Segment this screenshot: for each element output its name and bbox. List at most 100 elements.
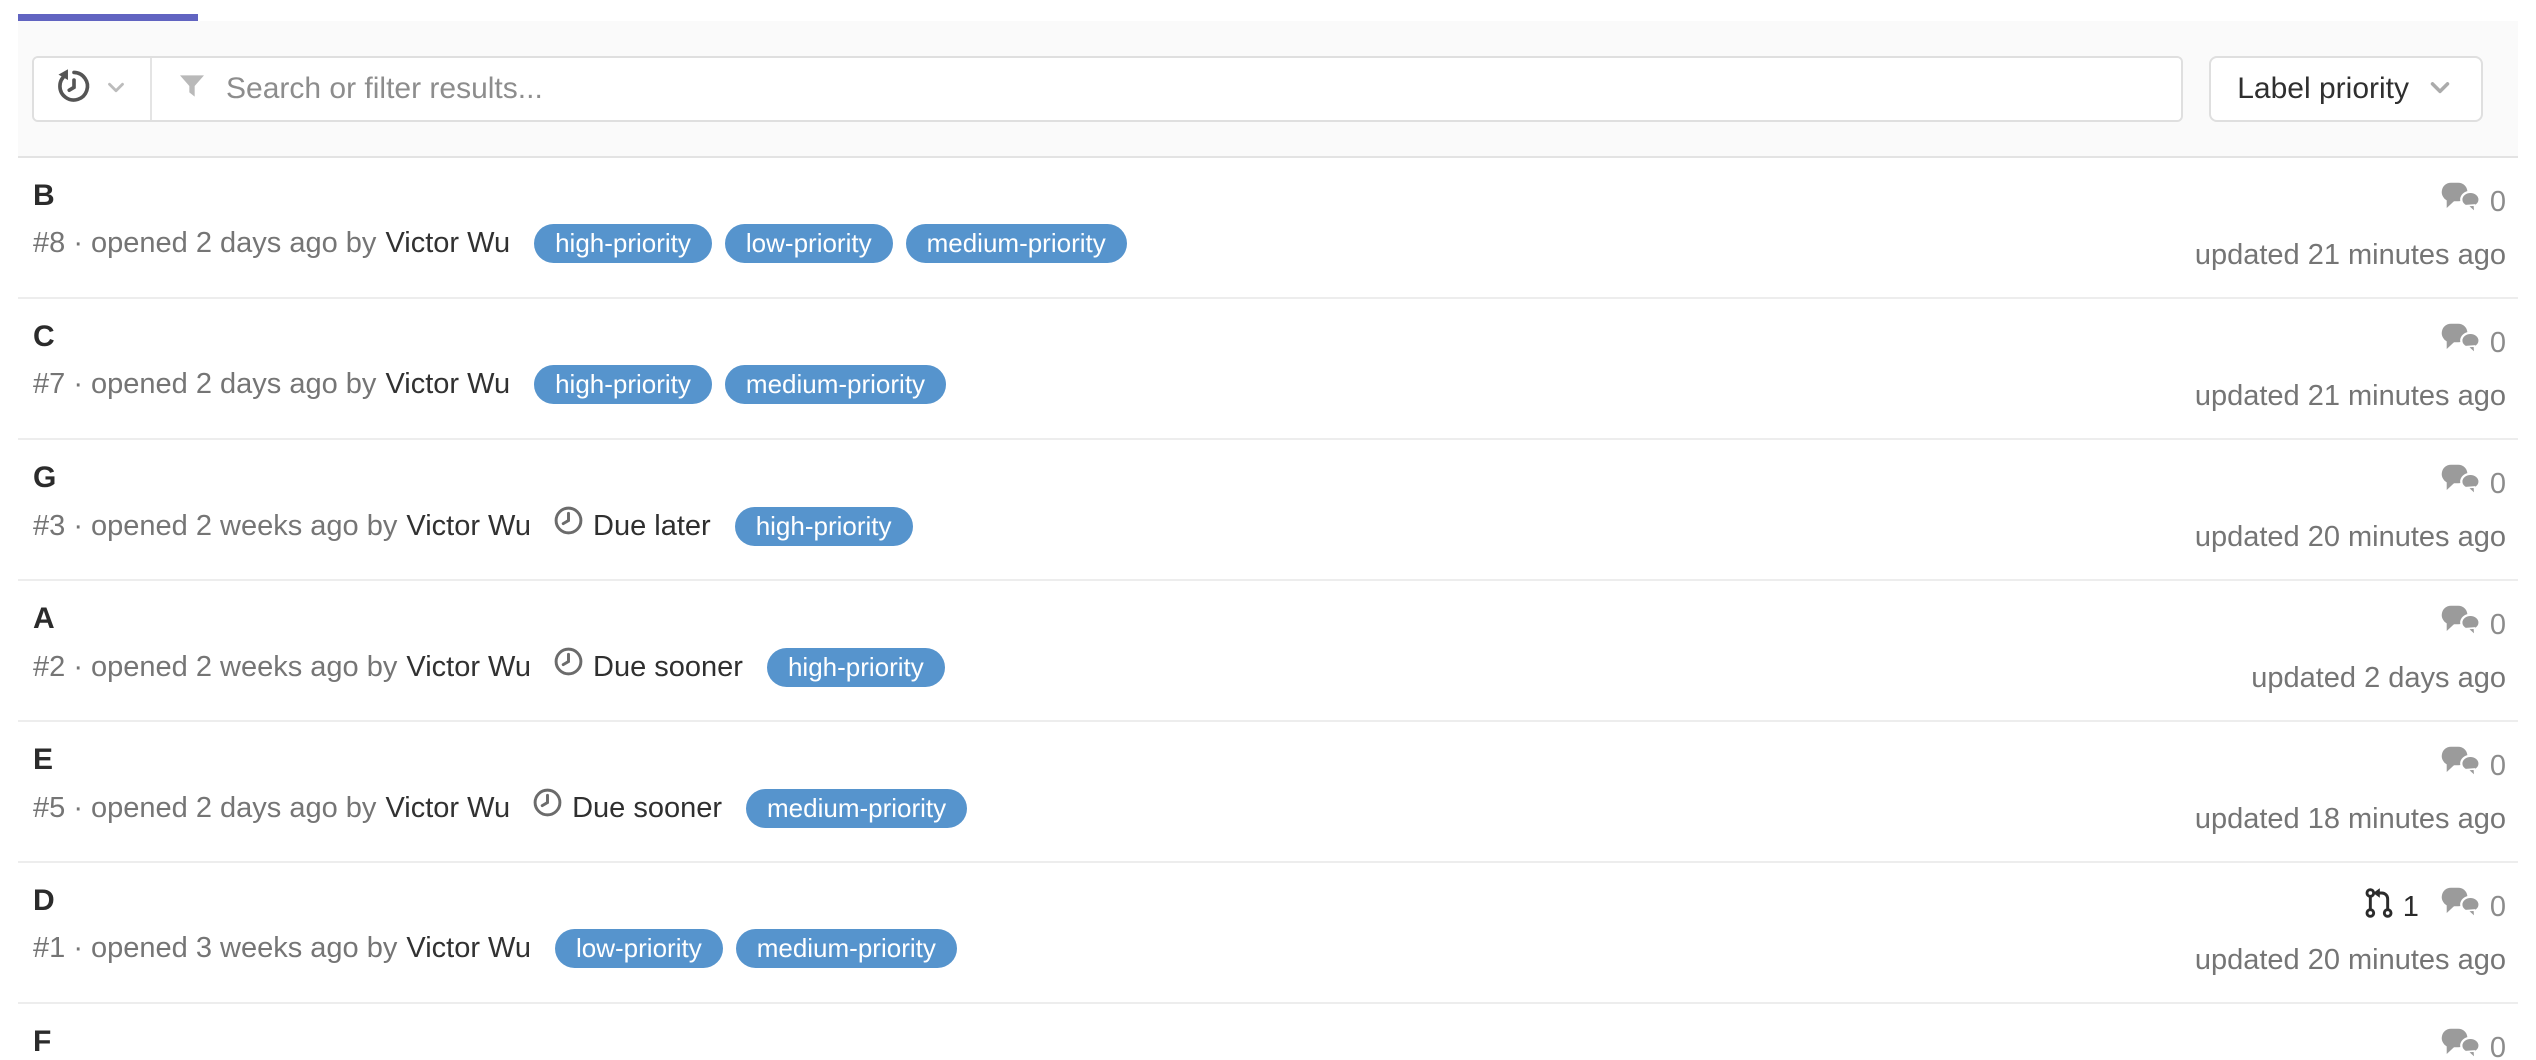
issue-author-link[interactable]: Victor Wu: [406, 928, 531, 968]
issue-due-label: Due later: [593, 506, 711, 546]
label-badge[interactable]: medium-priority: [725, 365, 946, 404]
comments-count[interactable]: 0: [2441, 322, 2506, 364]
comments-count-value: 0: [2490, 1032, 2506, 1060]
issue-meta-text: #1 · opened 3 weeks ago by: [33, 928, 397, 968]
issue-meta-text: #5 · opened 2 days ago by: [33, 788, 376, 828]
clock-icon: [553, 646, 584, 688]
issue-due-date: Due later: [553, 505, 711, 547]
merge-requests-count[interactable]: 1: [2363, 886, 2419, 928]
issue-title[interactable]: G: [33, 461, 913, 495]
comments-count[interactable]: 0: [2441, 745, 2506, 787]
issue-side-top: 0: [2441, 1027, 2506, 1060]
issue-side: 0 updated 21 minutes ago: [2195, 320, 2506, 416]
comments-count[interactable]: 0: [2441, 886, 2506, 928]
chevron-down-icon: [2425, 72, 2455, 105]
label-badge[interactable]: high-priority: [534, 365, 712, 404]
issue-side: 0 updated 20 minutes ago: [2195, 461, 2506, 557]
issue-labels: medium-priority: [746, 789, 967, 828]
label-badge[interactable]: low-priority: [555, 929, 723, 968]
issue-author-link[interactable]: Victor Wu: [385, 223, 510, 263]
issue-author-link[interactable]: Victor Wu: [385, 364, 510, 404]
search-group: Search or filter results...: [32, 56, 2183, 122]
comments-count[interactable]: 0: [2441, 1027, 2506, 1060]
issue-updated: updated 20 minutes ago: [2195, 517, 2506, 557]
issue-due-date: Due sooner: [532, 787, 722, 829]
label-badge[interactable]: low-priority: [725, 224, 893, 263]
issue-labels: low-priority medium-priority: [555, 929, 957, 968]
label-badge[interactable]: medium-priority: [736, 929, 957, 968]
comments-icon: [2441, 604, 2481, 646]
issue-meta: #3 · opened 2 weeks ago by Victor Wu Due…: [33, 505, 913, 547]
comments-icon: [2441, 322, 2481, 364]
issue-row: C #7 · opened 2 days ago by Victor Wu hi…: [18, 299, 2518, 440]
issue-title[interactable]: F: [33, 1025, 702, 1059]
comments-icon: [2441, 1027, 2481, 1060]
issue-side-top: 0: [2441, 322, 2506, 364]
issue-updated: updated 2 days ago: [2251, 658, 2506, 698]
issue-side-top: 0: [2441, 181, 2506, 223]
issue-meta: #5 · opened 2 days ago by Victor Wu Due …: [33, 787, 967, 829]
active-tab-indicator[interactable]: [18, 14, 198, 21]
comments-count-value: 0: [2490, 891, 2506, 924]
label-badge[interactable]: medium-priority: [906, 224, 1127, 263]
issue-author-link[interactable]: Victor Wu: [406, 506, 531, 546]
tabs-bar: [0, 0, 2536, 21]
issue-title[interactable]: D: [33, 884, 957, 918]
issue-side: 0 updated 2 days ago: [2251, 602, 2506, 698]
issue-title[interactable]: E: [33, 743, 967, 777]
comments-count[interactable]: 0: [2441, 604, 2506, 646]
issue-main: B #8 · opened 2 days ago by Victor Wu hi…: [33, 179, 1127, 263]
clock-icon: [553, 505, 584, 547]
issue-row: E #5 · opened 2 days ago by Victor Wu Du…: [18, 722, 2518, 863]
issue-main: C #7 · opened 2 days ago by Victor Wu hi…: [33, 320, 946, 404]
issue-side-top: 0: [2441, 604, 2506, 646]
label-badge[interactable]: high-priority: [534, 224, 712, 263]
issue-row: G #3 · opened 2 weeks ago by Victor Wu D…: [18, 440, 2518, 581]
issue-labels: high-priority: [735, 507, 913, 546]
issue-main: F #6 · opened 2 days ago by Victor Wu lo…: [33, 1025, 702, 1060]
issue-row: F #6 · opened 2 days ago by Victor Wu lo…: [18, 1004, 2518, 1060]
issue-row: A #2 · opened 2 weeks ago by Victor Wu D…: [18, 581, 2518, 722]
issue-updated: updated 21 minutes ago: [2195, 235, 2506, 275]
issue-meta-text: #2 · opened 2 weeks ago by: [33, 647, 397, 687]
issue-due-date: Due sooner: [553, 646, 743, 688]
issue-side: 0 updated 21 minutes ago: [2195, 179, 2506, 275]
search-placeholder: Search or filter results...: [226, 72, 543, 106]
issue-meta: #7 · opened 2 days ago by Victor Wu high…: [33, 364, 946, 404]
comments-count-value: 0: [2490, 750, 2506, 783]
issue-author-link[interactable]: Victor Wu: [406, 647, 531, 687]
filter-bar: Search or filter results... Label priori…: [18, 21, 2518, 158]
issue-main: D #1 · opened 3 weeks ago by Victor Wu l…: [33, 884, 957, 968]
issue-main: A #2 · opened 2 weeks ago by Victor Wu D…: [33, 602, 945, 688]
issue-title[interactable]: A: [33, 602, 945, 636]
issue-updated: updated 21 minutes ago: [2195, 376, 2506, 416]
issue-row: B #8 · opened 2 days ago by Victor Wu hi…: [18, 158, 2518, 299]
issue-meta-text: #7 · opened 2 days ago by: [33, 364, 376, 404]
comments-count[interactable]: 0: [2441, 181, 2506, 223]
label-badge[interactable]: high-priority: [767, 648, 945, 687]
issue-side: 0 updated 18 minutes ago: [2195, 743, 2506, 839]
comments-count-value: 0: [2490, 468, 2506, 501]
issue-side: 1 0 updated 20 minutes ago: [2195, 884, 2506, 980]
issue-labels: high-priority medium-priority: [534, 365, 946, 404]
sort-dropdown-button[interactable]: Label priority: [2209, 56, 2483, 122]
issue-title[interactable]: B: [33, 179, 1127, 213]
issue-author-link[interactable]: Victor Wu: [385, 788, 510, 828]
issue-main: E #5 · opened 2 days ago by Victor Wu Du…: [33, 743, 967, 829]
recent-searches-button[interactable]: [34, 58, 152, 120]
label-badge[interactable]: medium-priority: [746, 789, 967, 828]
label-badge[interactable]: high-priority: [735, 507, 913, 546]
issue-meta-text: #3 · opened 2 weeks ago by: [33, 506, 397, 546]
issue-side: 0 updated 20 minutes ago: [2195, 1025, 2506, 1060]
search-input[interactable]: Search or filter results...: [152, 58, 2181, 120]
comments-icon: [2441, 886, 2481, 928]
comments-count[interactable]: 0: [2441, 463, 2506, 505]
issue-side-top: 0: [2441, 463, 2506, 505]
merge-request-icon: [2363, 886, 2395, 928]
issue-side-top: 0: [2441, 745, 2506, 787]
issue-due-label: Due sooner: [593, 647, 743, 687]
comments-icon: [2441, 745, 2481, 787]
merge-request-count-value: 1: [2403, 891, 2419, 924]
sort-dropdown-label: Label priority: [2237, 72, 2409, 106]
issue-title[interactable]: C: [33, 320, 946, 354]
